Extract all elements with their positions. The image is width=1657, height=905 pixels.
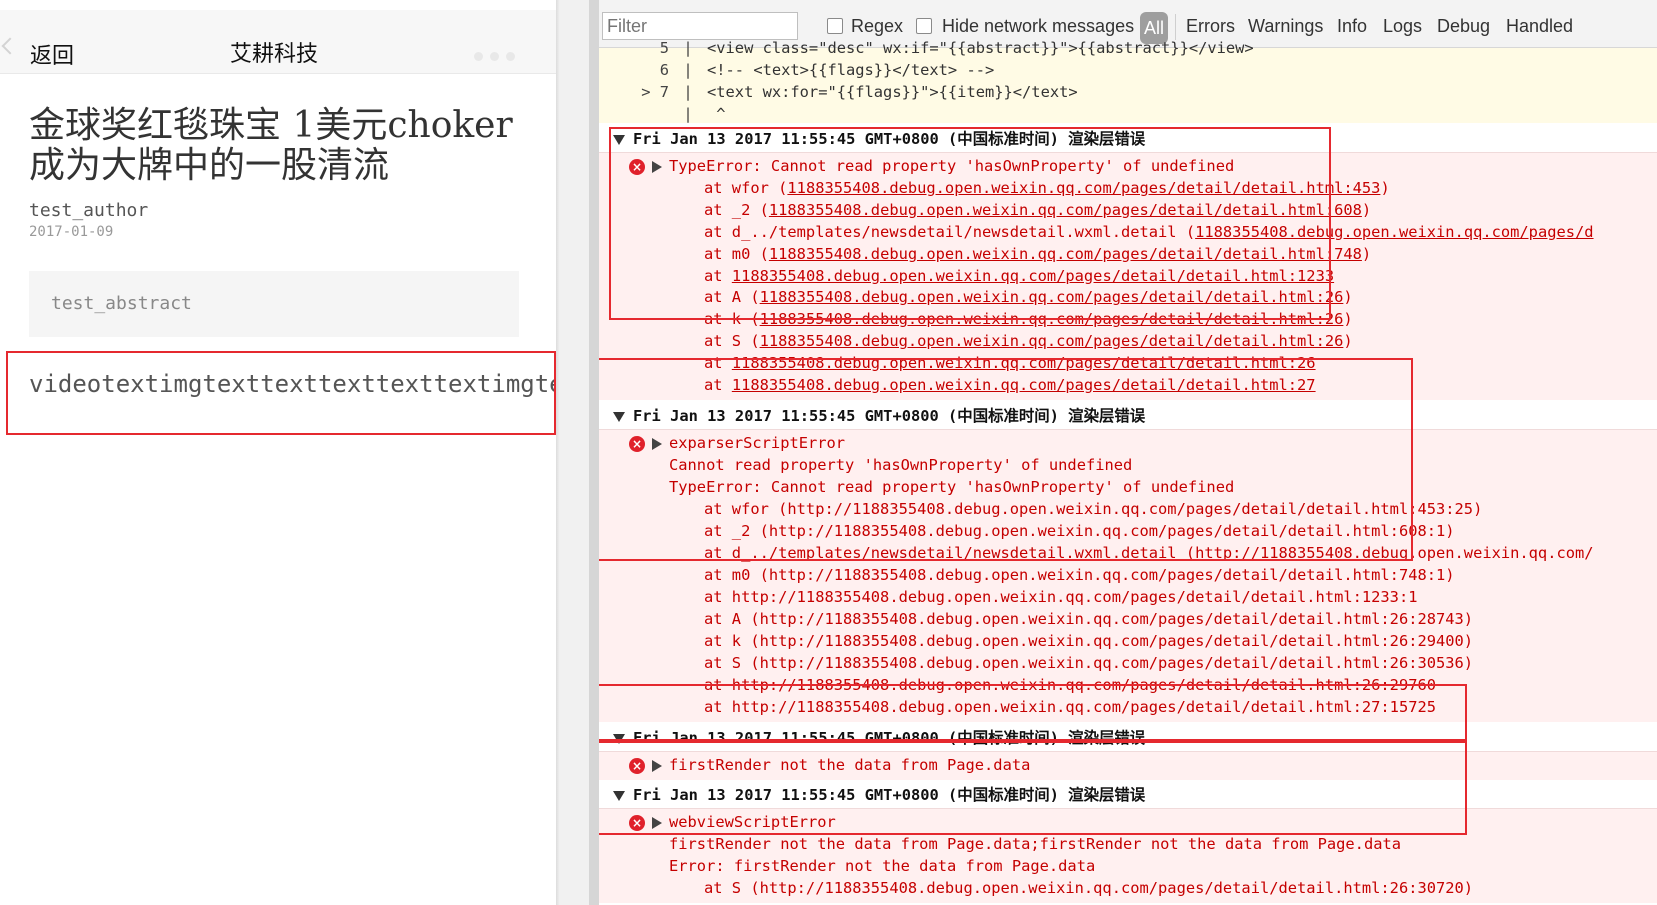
collapse-triangle-icon[interactable]: [613, 733, 625, 744]
level-warnings-button[interactable]: Warnings: [1248, 16, 1323, 37]
expand-triangle-icon[interactable]: [652, 438, 662, 450]
level-handled-button[interactable]: Handled: [1506, 16, 1573, 37]
expand-triangle-icon[interactable]: [652, 161, 662, 173]
error-message: TypeError: Cannot read property 'hasOwnP…: [669, 478, 1235, 496]
source-link[interactable]: 1188355408.debug.open.weixin.qq.com/page…: [787, 179, 1380, 197]
code-frame: 5 | <view class="desc" wx:if="{{abstract}}…: [599, 39, 1657, 123]
regex-label: Regex: [851, 16, 904, 36]
error-message: × exparserScriptError: [629, 433, 845, 454]
article-title: 金球奖红毯珠宝 1美元choker 成为大牌中的一股清流: [29, 105, 513, 186]
log-group-header[interactable]: Fri Jan 13 2017 11:55:45 GMT+0800 (中国标准时…: [599, 725, 1657, 752]
error-message: Cannot read property 'hasOwnProperty' of…: [669, 456, 1133, 474]
code-line: | ^: [683, 105, 726, 123]
stack-frame[interactable]: at m0 (1188355408.debug.open.weixin.qq.c…: [704, 244, 1371, 265]
panel-gap: [560, 0, 589, 905]
level-info-button[interactable]: Info: [1337, 16, 1367, 37]
stack-frame: at wfor (http://1188355408.debug.open.we…: [704, 500, 1483, 518]
splitter-handle[interactable]: [589, 0, 599, 905]
stack-frame[interactable]: at wfor (1188355408.debug.open.weixin.qq…: [704, 178, 1390, 199]
error-message: × TypeError: Cannot read property 'hasOwn…: [629, 156, 1234, 177]
error-icon: ×: [629, 815, 645, 831]
error-message: firstRender not the data from Page.data;…: [669, 835, 1402, 853]
source-link[interactable]: 1188355408.debug.open.weixin.qq.com/page…: [1195, 223, 1593, 241]
source-link[interactable]: 1188355408.debug.open.weixin.qq.com/page…: [769, 201, 1362, 219]
stack-frame[interactable]: at k (1188355408.debug.open.weixin.qq.co…: [704, 309, 1353, 330]
level-logs-button[interactable]: Logs: [1383, 16, 1422, 37]
hide-network-checkbox[interactable]: [916, 18, 932, 34]
error-message: Error: firstRender not the data from Pag…: [669, 857, 1096, 875]
level-errors-button[interactable]: Errors: [1186, 16, 1235, 37]
stack-frame: at m0 (http://1188355408.debug.open.weix…: [704, 566, 1455, 584]
devtools-console: Regex Hide network messages All Errors W…: [599, 0, 1657, 905]
source-link[interactable]: 1188355408.debug.open.weixin.qq.com/page…: [760, 310, 1344, 328]
stack-frame[interactable]: at S (1188355408.debug.open.weixin.qq.co…: [704, 331, 1353, 352]
stack-frame: at S (http://1188355408.debug.open.weixi…: [704, 654, 1474, 672]
code-line: 6 | <!-- <text>{{flags}}</text> -->: [659, 61, 995, 79]
stack-frame[interactable]: at A (1188355408.debug.open.weixin.qq.co…: [704, 287, 1353, 308]
nav-title: 艾耕科技: [229, 42, 318, 67]
abstract-text: test_abstract: [51, 293, 192, 314]
source-link[interactable]: 1188355408.debug.open.weixin.qq.com/page…: [760, 332, 1344, 350]
stack-frame[interactable]: at 1188355408.debug.open.weixin.qq.com/p…: [704, 266, 1334, 287]
group-header-text: Fri Jan 13 2017 11:55:45 GMT+0800 (中国标准时…: [633, 407, 1146, 425]
stack-frame: at k (http://1188355408.debug.open.weixi…: [704, 632, 1474, 650]
log-group-header[interactable]: Fri Jan 13 2017 11:55:45 GMT+0800 (中国标准时…: [599, 126, 1657, 153]
log-group-header[interactable]: Fri Jan 13 2017 11:55:45 GMT+0800 (中国标准时…: [599, 403, 1657, 430]
error-message-block: × TypeError: Cannot read property 'hasOwn…: [599, 153, 1657, 400]
collapse-triangle-icon[interactable]: [613, 134, 625, 145]
code-line: 5 | <view class="desc" wx:if="{{abstract}}…: [659, 39, 1254, 57]
stack-frame[interactable]: at 1188355408.debug.open.weixin.qq.com/p…: [704, 353, 1316, 374]
stack-frame[interactable]: at d_../templates/newsdetail/newsdetail.…: [704, 222, 1594, 243]
flags-text: videotextimgtexttexttexttexttextimgtext: [29, 370, 556, 398]
code-line: > 7 | <text wx:for="{{flags}}">{{item}}</t…: [641, 83, 1078, 101]
abstract-box: test_abstract: [29, 271, 519, 337]
stack-frame: at http://1188355408.debug.open.weixin.q…: [704, 676, 1437, 694]
error-message-block: × firstRender not the data from Page.data: [599, 752, 1657, 780]
collapse-triangle-icon[interactable]: [613, 411, 625, 422]
more-dots-icon[interactable]: [474, 48, 522, 66]
level-debug-button[interactable]: Debug: [1437, 16, 1490, 37]
group-header-text: Fri Jan 13 2017 11:55:45 GMT+0800 (中国标准时…: [633, 729, 1146, 747]
error-message: × firstRender not the data from Page.data: [629, 755, 1030, 776]
error-message: × webviewScriptError: [629, 812, 836, 833]
stack-frame: at http://1188355408.debug.open.weixin.q…: [704, 698, 1437, 716]
error-icon: ×: [629, 436, 645, 452]
stack-frame: at http://1188355408.debug.open.weixin.q…: [704, 588, 1418, 606]
group-header-text: Fri Jan 13 2017 11:55:45 GMT+0800 (中国标准时…: [633, 130, 1146, 148]
stack-frame[interactable]: at 1188355408.debug.open.weixin.qq.com/p…: [704, 375, 1316, 396]
source-link[interactable]: 1188355408.debug.open.weixin.qq.com/page…: [769, 245, 1362, 263]
collapse-triangle-icon[interactable]: [613, 790, 625, 801]
article-author: test_author: [29, 200, 149, 221]
stack-frame: at d_../templates/newsdetail/newsdetail.…: [704, 544, 1594, 562]
error-icon: ×: [629, 758, 645, 774]
filter-input[interactable]: [602, 12, 798, 40]
source-link[interactable]: 1188355408.debug.open.weixin.qq.com/page…: [760, 288, 1344, 306]
console-log: 5 | <view class="desc" wx:if="{{abstract}}…: [599, 39, 1657, 905]
expand-triangle-icon[interactable]: [652, 817, 662, 829]
simulator-navbar: 返回 艾耕科技: [0, 10, 556, 74]
source-link[interactable]: 1188355408.debug.open.weixin.qq.com/page…: [732, 354, 1316, 372]
log-group-header[interactable]: Fri Jan 13 2017 11:55:45 GMT+0800 (中国标准时…: [599, 782, 1657, 809]
regex-checkbox[interactable]: [827, 18, 843, 34]
group-header-text: Fri Jan 13 2017 11:55:45 GMT+0800 (中国标准时…: [633, 786, 1146, 804]
simulator-panel: 返回 艾耕科技 金球奖红毯珠宝 1美元choker 成为大牌中的一股清流 tes…: [0, 0, 556, 905]
source-link[interactable]: 1188355408.debug.open.weixin.qq.com/page…: [732, 376, 1316, 394]
source-link[interactable]: 1188355408.debug.open.weixin.qq.com/page…: [732, 267, 1334, 285]
stack-frame: at S (http://1188355408.debug.open.weixi…: [704, 879, 1474, 897]
error-message-block: × exparserScriptError Cannot read property…: [599, 430, 1657, 722]
article-date: 2017-01-09: [29, 224, 114, 240]
error-icon: ×: [629, 159, 645, 175]
stack-frame[interactable]: at _2 (1188355408.debug.open.weixin.qq.c…: [704, 200, 1371, 221]
error-message-block: × webviewScriptError firstRender not the d…: [599, 809, 1657, 903]
stack-frame: at A (http://1188355408.debug.open.weixi…: [704, 610, 1474, 628]
hide-network-label: Hide network messages: [942, 16, 1135, 36]
stack-frame: at _2 (http://1188355408.debug.open.weix…: [704, 522, 1455, 540]
expand-triangle-icon[interactable]: [652, 760, 662, 772]
